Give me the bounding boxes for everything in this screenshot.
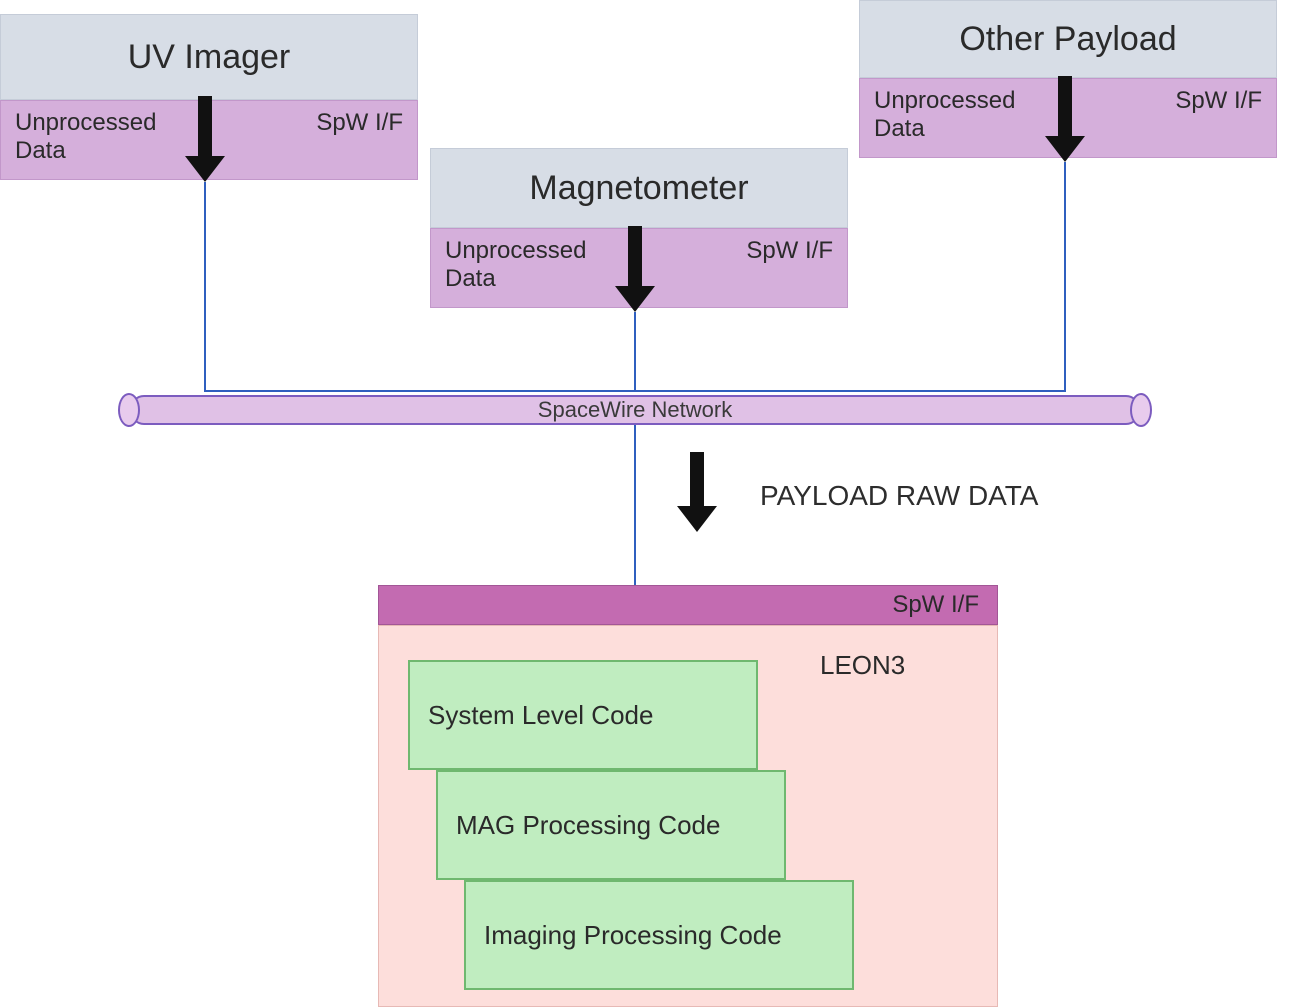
other-payload-title-box: Other Payload: [859, 0, 1277, 78]
raw-data-arrow-head-icon: [677, 506, 717, 532]
network-top-rail: [204, 390, 1066, 392]
uv-connector-line: [204, 182, 206, 390]
spacewire-network-label: SpaceWire Network: [538, 397, 732, 423]
payload-raw-data-label: PAYLOAD RAW DATA: [760, 480, 1038, 512]
other-spw-label: SpW I/F: [1175, 87, 1262, 115]
diagram-root: UV Imager Unprocessed Data SpW I/F Other…: [0, 0, 1294, 1008]
mag-spw-label: SpW I/F: [746, 237, 833, 265]
mag-arrow-head-icon: [615, 286, 655, 312]
other-arrow-stem: [1058, 76, 1072, 136]
other-connector-line: [1064, 162, 1066, 390]
code-card-mag-processing: MAG Processing Code: [436, 770, 786, 880]
mag-unprocessed-label: Unprocessed Data: [445, 237, 586, 292]
processor-name-label: LEON3: [820, 650, 905, 681]
other-arrow-head-icon: [1045, 136, 1085, 162]
mag-connector-line: [634, 312, 636, 390]
code-card-imaging-processing: Imaging Processing Code: [464, 880, 854, 990]
uv-arrow-stem: [198, 96, 212, 156]
other-unprocessed-label: Unprocessed Data: [874, 87, 1015, 142]
pipe-right-cap-icon: [1130, 393, 1152, 427]
uv-spw-label: SpW I/F: [316, 109, 403, 137]
uv-unprocessed-label: Unprocessed Data: [15, 109, 156, 164]
spacewire-network-pipe: SpaceWire Network: [130, 395, 1140, 425]
processor-spw-label: SpW I/F: [892, 591, 979, 619]
other-payload-title: Other Payload: [959, 20, 1176, 59]
network-to-processor-line: [634, 425, 636, 585]
uv-imager-title: UV Imager: [128, 38, 291, 77]
raw-data-arrow-stem: [690, 452, 704, 506]
pipe-left-cap-icon: [118, 393, 140, 427]
uv-imager-title-box: UV Imager: [0, 14, 418, 100]
magnetometer-title: Magnetometer: [529, 169, 748, 208]
processor-spw-header: SpW I/F: [378, 585, 998, 625]
mag-arrow-stem: [628, 226, 642, 286]
magnetometer-title-box: Magnetometer: [430, 148, 848, 228]
code-card-system-level: System Level Code: [408, 660, 758, 770]
uv-arrow-head-icon: [185, 156, 225, 182]
